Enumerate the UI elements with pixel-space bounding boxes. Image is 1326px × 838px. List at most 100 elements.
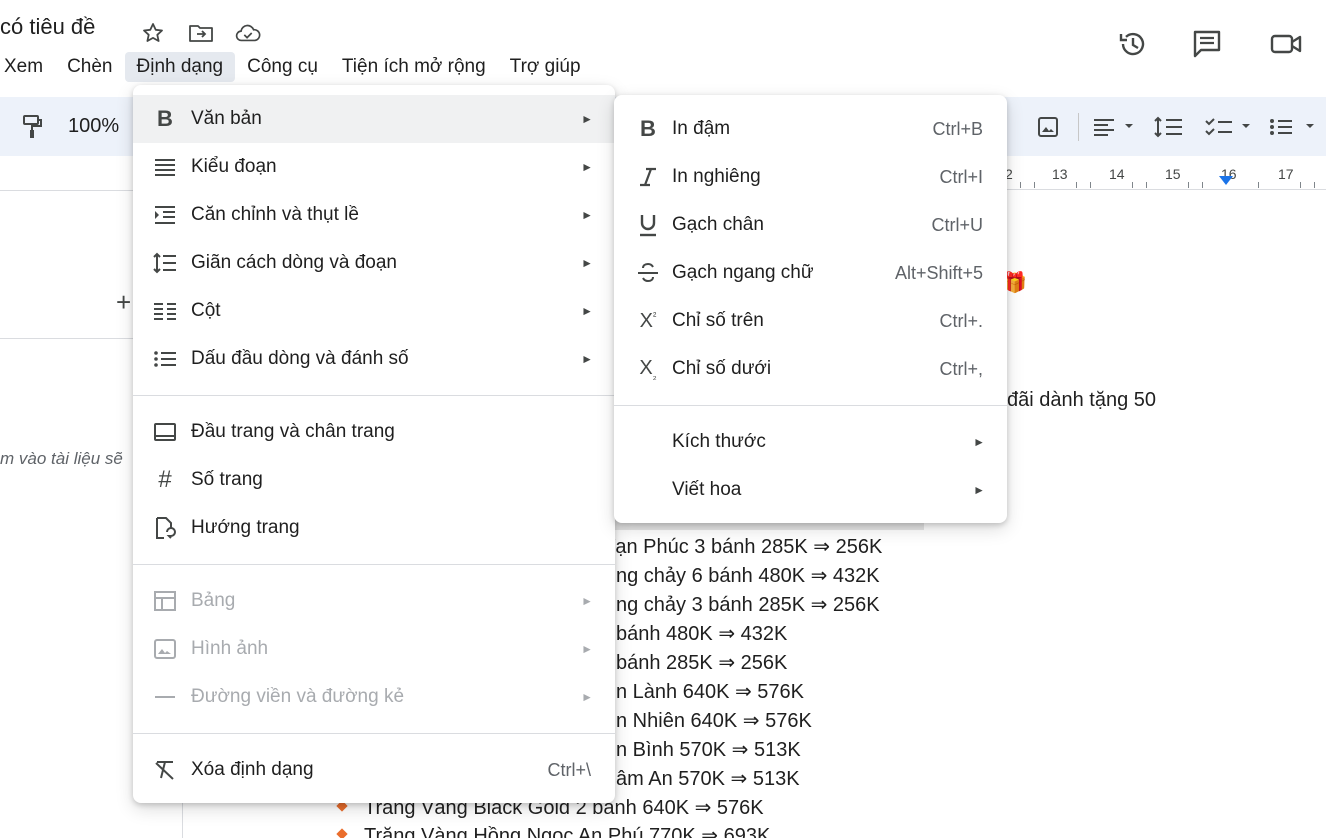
submenu-arrow-icon: ► <box>581 256 593 270</box>
version-history-icon[interactable] <box>1115 26 1151 62</box>
ruler-number: 17 <box>1278 166 1294 182</box>
menu-separator <box>133 733 615 734</box>
menu-item-superscript[interactable]: X² Chỉ số trên Ctrl+. <box>614 297 1007 345</box>
doc-text-line[interactable]: Trăng Vàng Hồng Ngọc An Phú 770K ⇒ 693K <box>364 823 770 838</box>
menu-item-label: Cột <box>191 300 221 322</box>
doc-text-line[interactable]: bánh 480K ⇒ 432K <box>616 621 787 646</box>
cloud-saved-icon[interactable] <box>235 20 261 46</box>
doc-text-line[interactable]: n Nhiên 640K ⇒ 576K <box>616 708 812 733</box>
doc-text-line[interactable]: ng chảy 3 bánh 285K ⇒ 256K <box>616 592 880 617</box>
underline-icon <box>634 211 662 239</box>
superscript-icon: X² <box>634 307 662 335</box>
doc-text-line[interactable]: n Bình 570K ⇒ 513K <box>616 737 801 762</box>
paint-format-icon[interactable] <box>18 113 46 141</box>
subscript-icon: X₂ <box>634 355 662 383</box>
hash-icon: # <box>151 466 179 494</box>
italic-icon <box>634 163 662 191</box>
list-bullet <box>336 828 347 838</box>
menu-item-label: Đầu trang và chân trang <box>191 421 395 443</box>
menu-item-clear-formatting[interactable]: Xóa định dạng Ctrl+\ <box>133 746 615 794</box>
document-title[interactable]: có tiêu đề <box>0 14 95 40</box>
menu-item-columns[interactable]: Cột ► <box>133 287 615 335</box>
ruler-tick <box>1188 182 1189 188</box>
doc-text-line[interactable]: ng chảy 6 bánh 480K ⇒ 432K <box>616 563 880 588</box>
menu-item-subscript[interactable]: X₂ Chỉ số dưới Ctrl+, <box>614 345 1007 393</box>
menu-item-bullets-numbering[interactable]: Dấu đầu dòng và đánh số ► <box>133 335 615 383</box>
doc-text-line[interactable]: Vạn Phúc 3 bánh 285K ⇒ 256K <box>602 534 882 559</box>
submenu-arrow-icon: ► <box>973 435 985 449</box>
bulleted-list-icon <box>151 345 179 373</box>
menu-item-line-spacing[interactable]: Giãn cách dòng và đoạn ► <box>133 239 615 287</box>
menu-item-label: Chỉ số trên <box>672 310 764 332</box>
submenu-arrow-icon: ► <box>581 304 593 318</box>
menu-item-underline[interactable]: Gạch chân Ctrl+U <box>614 201 1007 249</box>
menu-item-shortcut: Ctrl+\ <box>547 760 591 781</box>
indent-marker[interactable] <box>1219 176 1233 185</box>
outline-hint-text: m vào tài liệu sẽ <box>0 449 123 469</box>
menu-item-borders-lines: Đường viền và đường kẻ ► <box>133 673 615 721</box>
menu-item-shortcut: Alt+Shift+5 <box>895 263 983 284</box>
menu-item-text[interactable]: B Văn bản ► <box>133 95 615 143</box>
menu-bar: Xem Chèn Định dạng Công cụ Tiện ích mở r… <box>0 50 593 84</box>
menu-item-label: Xóa định dạng <box>191 759 314 781</box>
menu-item-label: Đường viền và đường kẻ <box>191 686 404 708</box>
line-spacing-icon <box>151 249 179 277</box>
menu-view[interactable]: Xem <box>0 52 55 82</box>
menu-item-font-size[interactable]: Kích thước ► <box>614 418 1007 466</box>
menu-item-headers-footers[interactable]: Đầu trang và chân trang <box>133 408 615 456</box>
doc-text-line[interactable]: đãi dành tặng 50 <box>1007 389 1156 412</box>
columns-icon <box>151 297 179 325</box>
insert-image-icon[interactable] <box>1036 113 1060 141</box>
menu-item-shortcut: Ctrl+U <box>931 215 983 236</box>
meet-video-icon[interactable] <box>1268 26 1304 62</box>
format-menu: B Văn bản ► Kiểu đoạn ► Căn chỉnh và thụ… <box>133 85 615 803</box>
menu-item-shortcut: Ctrl+. <box>939 311 983 332</box>
menu-item-page-orientation[interactable]: Hướng trang <box>133 504 615 552</box>
ruler-tick <box>1076 182 1077 188</box>
menu-item-label: Hướng trang <box>191 517 300 539</box>
doc-text-line[interactable]: n Lành 640K ⇒ 576K <box>616 679 804 704</box>
submenu-arrow-icon: ► <box>581 208 593 222</box>
menu-insert[interactable]: Chèn <box>55 52 124 82</box>
ruler[interactable]: 2 13 14 15 16 17 <box>1000 160 1326 190</box>
submenu-arrow-icon: ► <box>581 690 593 704</box>
align-left-icon[interactable] <box>1092 113 1136 141</box>
line-spacing-toolbar-icon[interactable] <box>1154 113 1184 141</box>
bulleted-list-toolbar-icon[interactable] <box>1268 113 1320 141</box>
menu-help[interactable]: Trợ giúp <box>498 52 593 82</box>
menu-item-image: Hình ảnh ► <box>133 625 615 673</box>
zoom-select[interactable]: 100% <box>68 115 119 138</box>
comments-icon[interactable] <box>1189 26 1225 62</box>
checklist-icon[interactable] <box>1204 113 1256 141</box>
add-tab-icon[interactable]: + <box>116 287 131 318</box>
menu-item-label: Hình ảnh <box>191 638 268 660</box>
doc-text-line[interactable]: bánh 285K ⇒ 256K <box>616 650 787 675</box>
strikethrough-icon <box>634 259 662 287</box>
menu-format[interactable]: Định dạng <box>125 52 236 82</box>
menu-item-paragraph-styles[interactable]: Kiểu đoạn ► <box>133 143 615 191</box>
menu-item-capitalization[interactable]: Viết hoa ► <box>614 466 1007 514</box>
menu-tools[interactable]: Công cụ <box>235 52 330 82</box>
submenu-arrow-icon: ► <box>581 112 593 126</box>
menu-item-shortcut: Ctrl+I <box>939 167 983 188</box>
page-orientation-icon <box>151 514 179 542</box>
star-icon[interactable] <box>140 20 166 46</box>
menu-item-italic[interactable]: In nghiêng Ctrl+I <box>614 153 1007 201</box>
ruler-tick <box>1146 182 1147 188</box>
menu-item-strikethrough[interactable]: Gạch ngang chữ Alt+Shift+5 <box>614 249 1007 297</box>
menu-item-bold[interactable]: B In đậm Ctrl+B <box>614 105 1007 153</box>
paragraph-style-icon <box>151 153 179 181</box>
menu-item-align-indent[interactable]: Căn chỉnh và thụt lề ► <box>133 191 615 239</box>
submenu-arrow-icon: ► <box>973 483 985 497</box>
bold-icon: B <box>634 115 662 143</box>
menu-item-label: Kích thước <box>672 431 766 453</box>
ruler-tick <box>1300 182 1301 188</box>
menu-item-page-numbers[interactable]: # Số trang <box>133 456 615 504</box>
move-folder-icon[interactable] <box>188 20 214 46</box>
menu-extensions[interactable]: Tiện ích mở rộng <box>330 52 498 82</box>
ruler-tick <box>1258 182 1259 188</box>
doc-text-line[interactable]: âm An 570K ⇒ 513K <box>616 766 800 791</box>
border-line-icon <box>151 683 179 711</box>
menu-item-table: Bảng ► <box>133 577 615 625</box>
submenu-arrow-icon: ► <box>581 352 593 366</box>
